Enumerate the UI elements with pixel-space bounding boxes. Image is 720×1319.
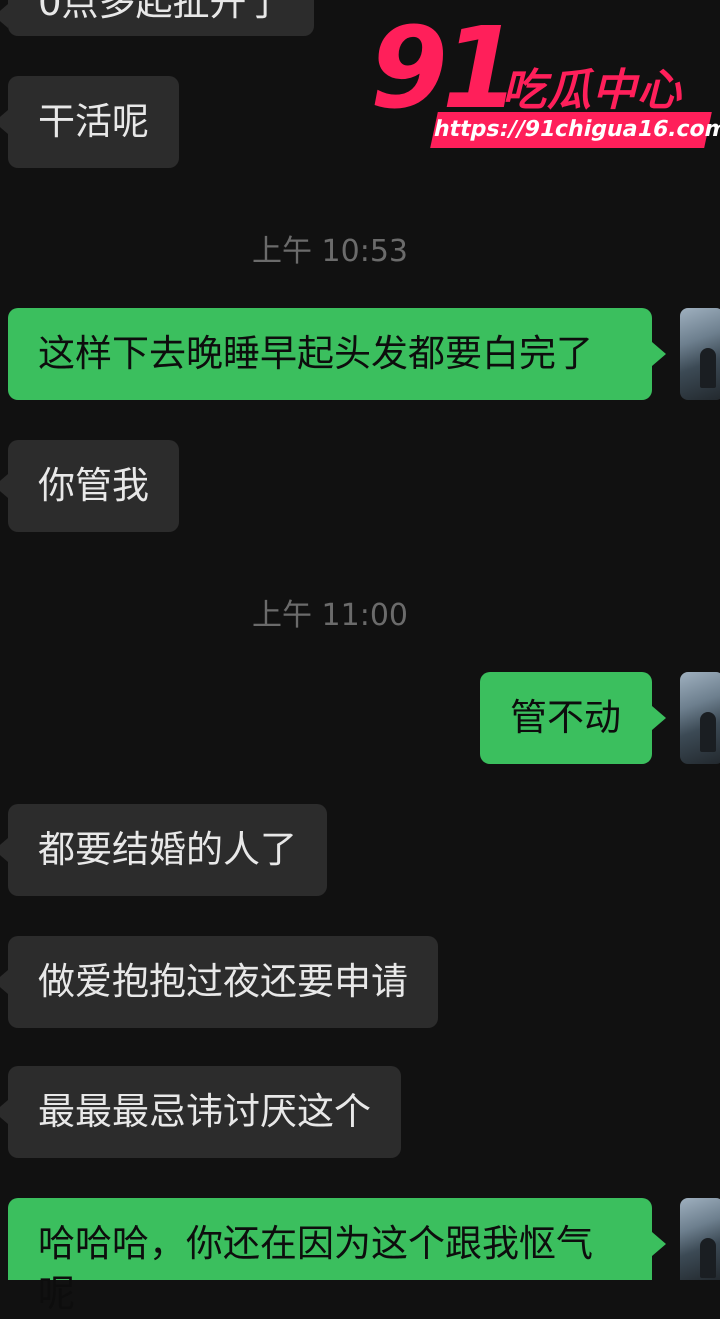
user-avatar[interactable] [680, 672, 720, 764]
watermark-logo: 91 吃瓜中心 https://91chigua16.com [370, 4, 720, 154]
message-bubble-incoming[interactable]: 做爱抱抱过夜还要申请 [0, 936, 438, 1028]
timestamp: 上午 10:53 [252, 234, 408, 269]
chat-window: 0点多起扯开了 干活呢 上午 10:53 这样下去晚睡早起头发都要白完了 你管我… [0, 0, 720, 1315]
message-text: 哈哈哈，你还在因为这个跟我怄气 [38, 1222, 593, 1265]
message-text: 最最最忌讳讨厌这个 [38, 1090, 371, 1133]
message-text: 做爱抱抱过夜还要申请 [38, 960, 408, 1003]
message-bubble-incoming[interactable]: 你管我 [0, 440, 179, 532]
message-text: 0点多起扯开了 [38, 0, 284, 24]
message-bubble-incoming[interactable]: 都要结婚的人了 [0, 804, 327, 896]
watermark-url: https://91chigua16.com [430, 112, 720, 148]
message-bubble-outgoing[interactable]: 哈哈哈，你还在因为这个跟我怄气 呢 [8, 1198, 666, 1315]
message-text: 你管我 [38, 464, 149, 507]
watermark-brand: 吃瓜中心 [502, 65, 682, 116]
message-text: 干活呢 [38, 100, 149, 143]
message-text: 管不动 [510, 696, 621, 739]
message-bubble-incoming[interactable]: 0点多起扯开了 [0, 0, 314, 36]
user-avatar[interactable] [680, 1198, 720, 1280]
message-bubble-outgoing[interactable]: 管不动 [480, 672, 666, 764]
message-text: 呢 [38, 1272, 75, 1315]
message-bubble-outgoing[interactable]: 这样下去晚睡早起头发都要白完了 [8, 308, 666, 400]
timestamp: 上午 11:00 [252, 598, 408, 633]
message-text: 都要结婚的人了 [38, 828, 297, 871]
message-bubble-incoming[interactable]: 干活呢 [0, 76, 179, 168]
user-avatar[interactable] [680, 308, 720, 400]
message-bubble-incoming[interactable]: 最最最忌讳讨厌这个 [0, 1066, 401, 1158]
message-text: 这样下去晚睡早起头发都要白完了 [38, 332, 593, 375]
